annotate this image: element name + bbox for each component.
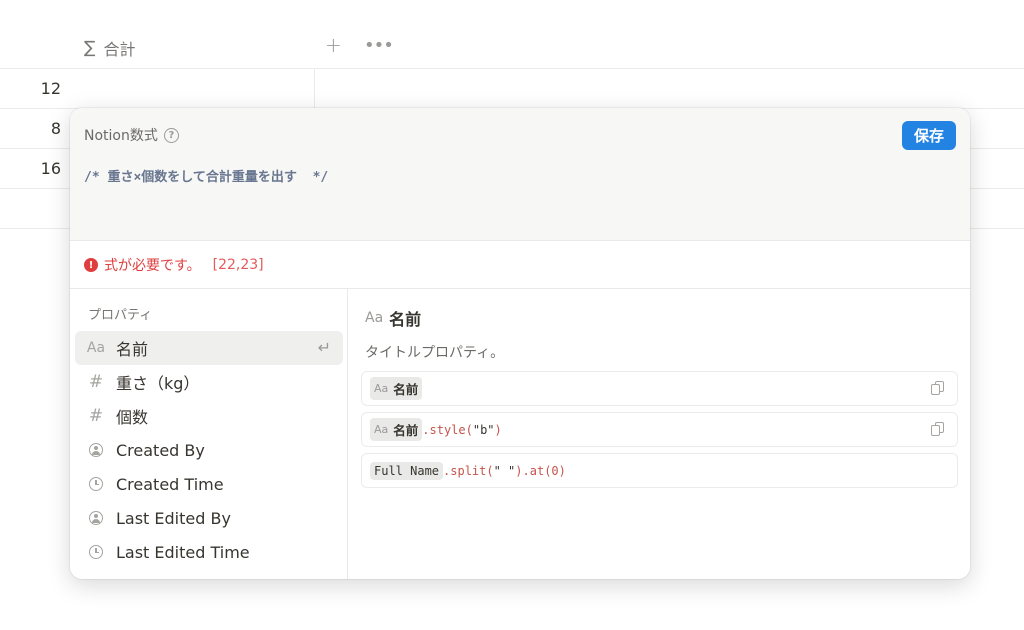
- detail-description: タイトルプロパティ。: [365, 345, 505, 361]
- error-position: [22,23]: [212, 257, 264, 273]
- property-item-created-by[interactable]: Created By: [75, 433, 343, 467]
- example-item[interactable]: Aa 名前 .style("b"): [361, 412, 958, 447]
- example-rest: ).at(0): [515, 463, 566, 478]
- properties-section-label: プロパティ: [88, 308, 153, 323]
- sigma-icon: ∑: [84, 38, 96, 58]
- text-aa-icon: Aa: [374, 423, 389, 436]
- more-options-button[interactable]: •••: [364, 35, 394, 56]
- add-column-button[interactable]: +: [325, 33, 342, 57]
- property-list: Aa 名前 ↵ # 重さ（kg） # 個数 Created By Created…: [75, 331, 343, 569]
- error-message: 式が必要です。: [104, 258, 201, 274]
- example-arg: " ": [493, 463, 516, 478]
- text-aa-icon: Aa: [86, 340, 106, 356]
- properties-panel: プロパティ Aa 名前 ↵ # 重さ（kg） # 個数 Created By C…: [70, 289, 348, 579]
- user-circle-icon: [89, 443, 103, 457]
- save-button[interactable]: 保存: [902, 121, 956, 150]
- formula-popup: Notion数式 ? 保存 /* 重さ×個数をして合計重量を出す */ ! 式が…: [70, 108, 970, 579]
- example-method: .split(: [443, 463, 494, 478]
- property-item-last-edited-by[interactable]: Last Edited By: [75, 501, 343, 535]
- property-label: 重さ（kg）: [116, 374, 200, 393]
- property-item-weight[interactable]: # 重さ（kg）: [75, 365, 343, 399]
- formula-code[interactable]: /* 重さ×個数をして合計重量を出す */: [84, 166, 328, 185]
- editor-title: Notion数式 ?: [84, 125, 179, 145]
- property-label: 個数: [116, 408, 149, 427]
- property-label: Last Edited By: [116, 508, 231, 528]
- example-item[interactable]: Full Name .split(" ").at(0): [361, 453, 958, 488]
- property-label: Created By: [116, 440, 205, 460]
- chip-label: 名前: [393, 423, 419, 438]
- example-rest: ): [494, 422, 502, 437]
- help-icon[interactable]: ?: [163, 127, 179, 143]
- example-method: .style(: [422, 422, 473, 437]
- text-aa-icon: Aa: [374, 382, 389, 395]
- property-label: Created Time: [116, 474, 224, 494]
- formula-editor[interactable]: Notion数式 ? 保存 /* 重さ×個数をして合計重量を出す */: [70, 108, 970, 241]
- row-value: 8: [50, 119, 61, 138]
- property-label: Last Edited Time: [116, 542, 250, 562]
- chip-label: 名前: [393, 382, 419, 397]
- table-header-row: [0, 0, 1024, 69]
- editor-title-text: Notion数式: [84, 128, 158, 144]
- hash-icon: #: [88, 372, 104, 392]
- example-item[interactable]: Aa 名前: [361, 371, 958, 406]
- error-bar: ! 式が必要です。 [22,23]: [70, 242, 970, 289]
- example-arg: "b": [472, 422, 495, 437]
- property-item-count[interactable]: # 個数: [75, 399, 343, 433]
- copy-icon[interactable]: [931, 422, 945, 437]
- property-chip: Aa 名前: [370, 377, 423, 400]
- property-chip: Aa 名前: [370, 418, 423, 441]
- property-chip: Full Name: [370, 461, 444, 480]
- detail-name: 名前: [389, 310, 422, 329]
- property-label: 名前: [116, 340, 149, 359]
- copy-icon[interactable]: [931, 381, 945, 396]
- row-value: 12: [40, 79, 61, 98]
- detail-title: Aa 名前: [365, 306, 421, 330]
- column-title: 合計: [103, 40, 136, 59]
- table-row: 12: [0, 69, 1024, 109]
- property-item-last-edited-time[interactable]: Last Edited Time: [75, 535, 343, 569]
- hash-icon: #: [88, 406, 104, 426]
- clock-icon: [89, 545, 103, 559]
- column-header-total[interactable]: ∑ 合計: [84, 36, 135, 60]
- user-circle-icon: [89, 511, 103, 525]
- property-detail-panel: Aa 名前 タイトルプロパティ。 Aa 名前 Aa 名前 .style("b"): [349, 289, 970, 579]
- property-item-created-time[interactable]: Created Time: [75, 467, 343, 501]
- row-value: 16: [40, 159, 61, 178]
- error-icon: !: [84, 258, 98, 272]
- clock-icon: [89, 477, 103, 491]
- property-item-name[interactable]: Aa 名前 ↵: [75, 331, 343, 365]
- enter-icon: ↵: [317, 338, 331, 357]
- text-aa-icon: Aa: [365, 310, 384, 326]
